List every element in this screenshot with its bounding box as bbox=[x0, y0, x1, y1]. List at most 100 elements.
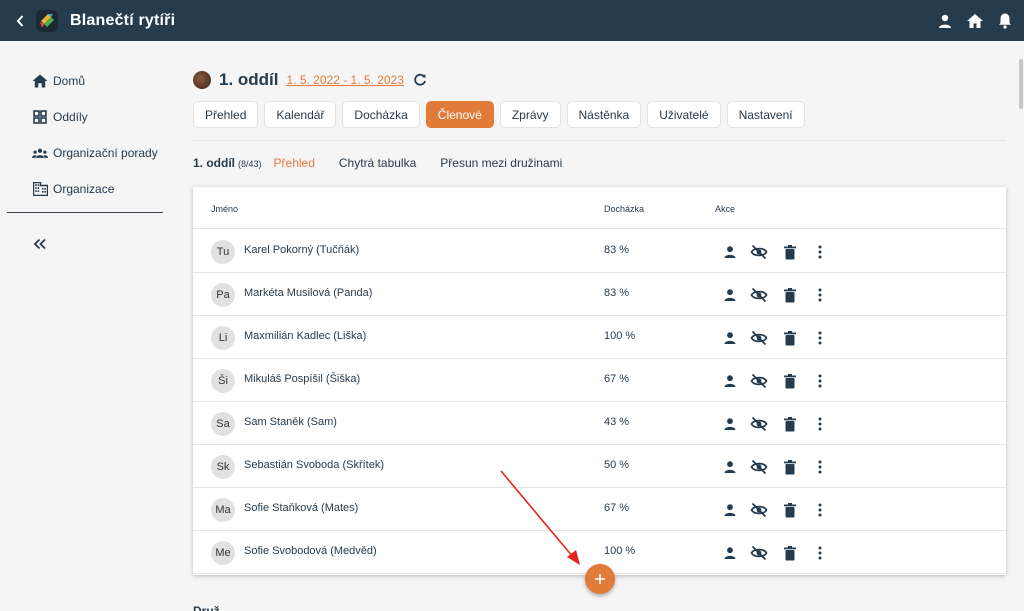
member-attendance: 83 % bbox=[604, 287, 630, 299]
avatar: Ši bbox=[211, 369, 235, 393]
trash-icon[interactable] bbox=[781, 243, 799, 261]
avatar: Tu bbox=[211, 240, 235, 264]
member-attendance: 100 % bbox=[604, 545, 636, 557]
sidebar-item-meetings[interactable]: Organizační porady bbox=[32, 143, 158, 163]
person-icon[interactable] bbox=[936, 12, 954, 30]
member-name: Sam Staněk (Sam) bbox=[244, 416, 337, 428]
app-logo bbox=[36, 9, 58, 32]
visibility-off-icon[interactable] bbox=[750, 243, 768, 261]
visibility-off-icon[interactable] bbox=[750, 458, 768, 476]
sidebar-item-label: Organizační porady bbox=[53, 146, 158, 160]
person-icon[interactable] bbox=[721, 458, 739, 476]
member-name: Markéta Musilová (Panda) bbox=[244, 287, 373, 299]
tab-users[interactable]: Uživatelé bbox=[647, 101, 721, 128]
table-row: Sa Sam Staněk (Sam) 43 % bbox=[193, 402, 1006, 445]
avatar: Sa bbox=[211, 412, 235, 436]
unit-header: 1. oddíl 1. 5. 2022 - 1. 5. 2023 bbox=[193, 68, 427, 92]
date-range-link[interactable]: 1. 5. 2022 - 1. 5. 2023 bbox=[287, 73, 404, 87]
visibility-off-icon[interactable] bbox=[750, 286, 768, 304]
more-vert-icon[interactable] bbox=[811, 372, 829, 390]
sidebar-item-label: Organizace bbox=[53, 182, 115, 196]
refresh-icon[interactable] bbox=[413, 73, 427, 87]
tab-members[interactable]: Členové bbox=[425, 101, 494, 128]
more-vert-icon[interactable] bbox=[811, 286, 829, 304]
avatar: Ma bbox=[211, 498, 235, 522]
trash-icon[interactable] bbox=[781, 415, 799, 433]
tab-overview[interactable]: Přehled bbox=[193, 101, 259, 128]
top-app-bar: Blanečtí rytíři bbox=[0, 0, 1024, 41]
home-icon[interactable] bbox=[966, 12, 984, 30]
tab-attendance[interactable]: Docházka bbox=[342, 101, 420, 128]
person-icon[interactable] bbox=[721, 372, 739, 390]
page-scrollbar[interactable] bbox=[1018, 41, 1024, 611]
more-vert-icon[interactable] bbox=[811, 458, 829, 476]
person-icon[interactable] bbox=[721, 329, 739, 347]
column-header-name: Jméno bbox=[211, 204, 239, 214]
sidebar-item-home[interactable]: Domů bbox=[32, 71, 85, 91]
tab-noticeboard[interactable]: Nástěnka bbox=[566, 101, 642, 128]
app-title: Blanečtí rytíři bbox=[70, 11, 176, 29]
sidebar: Domů Oddíly Organizační porady Organizac… bbox=[0, 41, 170, 611]
subnav-overview-link[interactable]: Přehled bbox=[274, 156, 315, 170]
members-table: Jméno Docházka Akce Tu Karel Pokorný (Tuč… bbox=[193, 187, 1006, 575]
trash-icon[interactable] bbox=[781, 286, 799, 304]
grid-icon bbox=[32, 109, 48, 125]
person-icon[interactable] bbox=[721, 415, 739, 433]
table-row: Sk Sebastián Svoboda (Skřítek) 50 % bbox=[193, 445, 1006, 488]
trash-icon[interactable] bbox=[781, 329, 799, 347]
person-icon[interactable] bbox=[721, 501, 739, 519]
member-name: Maxmilián Kadlec (Liška) bbox=[244, 330, 367, 342]
add-member-button[interactable] bbox=[585, 564, 615, 594]
table-header: Jméno Docházka Akce bbox=[193, 187, 1006, 229]
bell-icon[interactable] bbox=[996, 12, 1014, 30]
member-attendance: 83 % bbox=[604, 244, 630, 256]
member-attendance: 67 % bbox=[604, 502, 630, 514]
table-row: Li Maxmilián Kadlec (Liška) 100 % bbox=[193, 316, 1006, 359]
trash-icon[interactable] bbox=[781, 458, 799, 476]
tab-messages[interactable]: Zprávy bbox=[499, 101, 561, 128]
person-icon[interactable] bbox=[721, 544, 739, 562]
visibility-off-icon[interactable] bbox=[750, 415, 768, 433]
sidebar-item-label: Oddíly bbox=[53, 110, 88, 124]
visibility-off-icon[interactable] bbox=[750, 329, 768, 347]
member-count: (8/43) bbox=[238, 159, 262, 169]
person-icon[interactable] bbox=[721, 286, 739, 304]
members-subnav: 1. oddíl (8/43) Přehled Chytrá tabulka P… bbox=[193, 156, 562, 172]
tab-settings[interactable]: Nastavení bbox=[726, 101, 805, 128]
member-name: Karel Pokorný (Tučňák) bbox=[244, 244, 360, 256]
trash-icon[interactable] bbox=[781, 544, 799, 562]
sidebar-item-units[interactable]: Oddíly bbox=[32, 107, 88, 127]
visibility-off-icon[interactable] bbox=[750, 501, 768, 519]
chevron-left-icon bbox=[16, 14, 24, 27]
collapse-sidebar-button[interactable] bbox=[33, 237, 49, 253]
subnav-smart-table-link[interactable]: Chytrá tabulka bbox=[339, 156, 416, 170]
subnav-move-between-patrols-link[interactable]: Přesun mezi družinami bbox=[440, 156, 562, 170]
back-button[interactable] bbox=[8, 0, 32, 41]
table-row: Pa Markéta Musilová (Panda) 83 % bbox=[193, 273, 1006, 316]
trash-icon[interactable] bbox=[781, 501, 799, 519]
table-row: Tu Karel Pokorný (Tučňák) 83 % bbox=[193, 230, 1006, 273]
more-vert-icon[interactable] bbox=[811, 544, 829, 562]
table-row: Ši Mikuláš Pospíšil (Šiška) 67 % bbox=[193, 359, 1006, 402]
more-vert-icon[interactable] bbox=[811, 501, 829, 519]
person-icon[interactable] bbox=[721, 243, 739, 261]
trash-icon[interactable] bbox=[781, 372, 799, 390]
member-attendance: 67 % bbox=[604, 373, 630, 385]
sidebar-divider bbox=[7, 212, 163, 213]
avatar: Li bbox=[211, 326, 235, 350]
topbar-actions bbox=[936, 0, 1014, 41]
avatar: Pa bbox=[211, 283, 235, 307]
scrollbar-thumb[interactable] bbox=[1019, 59, 1023, 109]
more-vert-icon[interactable] bbox=[811, 415, 829, 433]
visibility-off-icon[interactable] bbox=[750, 544, 768, 562]
member-name: Sofie Staňková (Mates) bbox=[244, 502, 359, 514]
column-header-attendance: Docházka bbox=[604, 204, 645, 214]
more-vert-icon[interactable] bbox=[811, 243, 829, 261]
sidebar-item-organization[interactable]: Organizace bbox=[32, 179, 114, 199]
more-vert-icon[interactable] bbox=[811, 329, 829, 347]
page-title: 1. oddíl bbox=[219, 70, 279, 89]
member-attendance: 100 % bbox=[604, 330, 636, 342]
home-icon bbox=[32, 73, 48, 89]
visibility-off-icon[interactable] bbox=[750, 372, 768, 390]
tab-calendar[interactable]: Kalendář bbox=[264, 101, 337, 128]
